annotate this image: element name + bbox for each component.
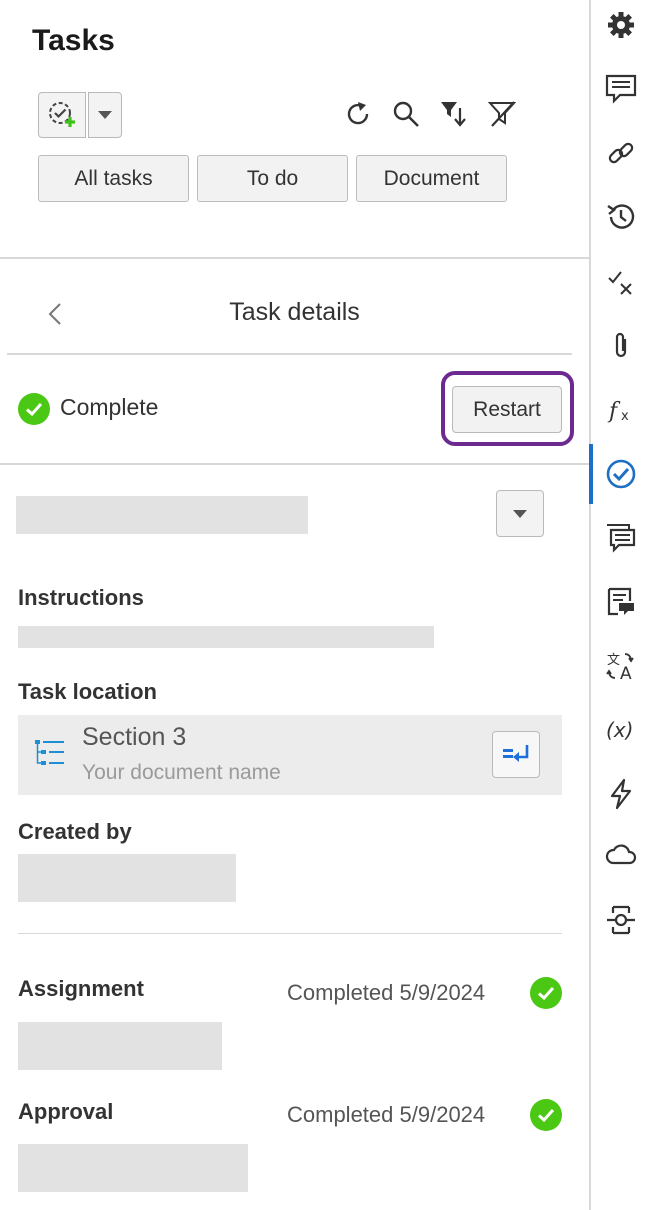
add-task-icon <box>49 102 75 127</box>
task-options-dropdown[interactable] <box>496 490 544 537</box>
svg-text:f: f <box>607 399 621 424</box>
status-label: Complete <box>60 394 159 420</box>
divider <box>0 463 589 465</box>
location-document: Your document name <box>82 761 281 784</box>
tasks-icon <box>606 459 635 489</box>
paperclip-icon <box>615 332 626 358</box>
messages-icon <box>606 524 635 553</box>
history-icon <box>606 204 634 229</box>
assignment-placeholder <box>18 1022 222 1070</box>
filter-sort-icon <box>441 102 466 127</box>
document-comment-icon <box>607 587 634 616</box>
panel-title: Tasks <box>32 24 115 57</box>
refresh-button[interactable] <box>341 96 375 132</box>
instructions-label: Instructions <box>18 585 144 610</box>
assignment-complete-icon <box>530 977 562 1009</box>
restart-button[interactable]: Restart <box>452 386 562 433</box>
svg-text:x: x <box>621 409 629 424</box>
variables-tab[interactable]: (x) <box>591 708 648 752</box>
cloud-icon <box>605 844 636 865</box>
task-name-placeholder <box>16 496 308 534</box>
links-tab[interactable] <box>591 131 648 175</box>
filter-sort-button[interactable] <box>437 96 471 132</box>
clear-filter-icon <box>487 101 517 127</box>
connectors-tab[interactable] <box>591 898 648 942</box>
task-location-label: Task location <box>18 679 157 704</box>
check-x-icon <box>607 271 632 295</box>
comment-icon <box>605 74 636 104</box>
approval-placeholder <box>18 1144 248 1192</box>
task-details-header: Task details <box>0 290 589 338</box>
divider <box>0 257 589 259</box>
search-button[interactable] <box>389 96 423 132</box>
gear-icon <box>607 12 634 38</box>
created-by-label: Created by <box>18 819 132 844</box>
right-sidebar: f x 文 A (x) <box>589 0 648 1210</box>
link-icon <box>608 142 633 164</box>
task-location-card: Section 3 Your document name <box>18 715 562 795</box>
clear-filter-button[interactable] <box>485 96 519 132</box>
tasks-panel: Tasks All tasks To do Document Task deta… <box>0 0 589 1210</box>
assignment-label: Assignment <box>18 976 144 1001</box>
translation-tab[interactable]: 文 A <box>591 644 648 688</box>
lightning-icon <box>610 778 631 810</box>
svg-text:文: 文 <box>607 653 620 668</box>
instructions-placeholder <box>18 626 434 648</box>
filter-to-do[interactable]: To do <box>197 155 348 202</box>
add-task-dropdown[interactable] <box>88 92 122 138</box>
cloud-tab[interactable] <box>591 832 648 876</box>
filter-buttons: All tasks To do Document <box>38 155 507 202</box>
svg-text:A: A <box>620 664 632 682</box>
divider <box>7 353 572 355</box>
task-toolbar <box>38 92 519 138</box>
complete-check-icon <box>18 393 50 425</box>
go-to-location-button[interactable] <box>492 731 540 778</box>
task-details-title: Task details <box>229 298 360 326</box>
divider <box>18 933 562 934</box>
comments-tab[interactable] <box>591 67 648 111</box>
outline-list-icon <box>35 740 64 765</box>
messages-tab[interactable] <box>591 516 648 560</box>
approval-label: Approval <box>18 1099 114 1124</box>
attachments-tab[interactable] <box>591 324 648 368</box>
created-by-placeholder <box>18 854 236 902</box>
history-tab[interactable] <box>591 195 648 239</box>
connector-icon <box>606 905 635 935</box>
svg-text:(x): (x) <box>606 718 633 742</box>
add-task-button[interactable] <box>38 92 86 138</box>
caret-down-icon <box>513 509 527 518</box>
function-icon: f x <box>607 399 629 424</box>
document-comments-tab[interactable] <box>591 580 648 624</box>
translate-icon: 文 A <box>605 653 634 682</box>
caret-down-icon <box>98 111 112 119</box>
automation-tab[interactable] <box>591 772 648 816</box>
location-section: Section 3 <box>82 723 187 751</box>
filter-all-tasks[interactable]: All tasks <box>38 155 189 202</box>
review-tab[interactable] <box>591 260 648 304</box>
settings-tab[interactable] <box>591 3 648 47</box>
variable-icon: (x) <box>606 718 633 742</box>
refresh-icon <box>347 102 369 125</box>
approval-complete-icon <box>530 1099 562 1131</box>
approval-status: Completed 5/9/2024 <box>287 1102 486 1127</box>
filter-document[interactable]: Document <box>356 155 507 202</box>
search-icon <box>393 101 419 127</box>
tasks-tab[interactable] <box>589 444 648 504</box>
go-to-location-icon <box>503 744 529 762</box>
assignment-status: Completed 5/9/2024 <box>287 980 486 1005</box>
formulas-tab[interactable]: f x <box>591 388 648 432</box>
